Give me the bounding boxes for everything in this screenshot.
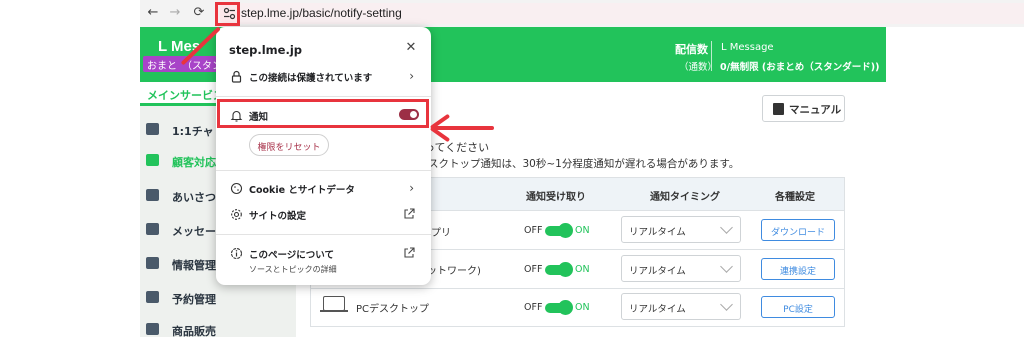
reset-permission-label: 権限をリセット — [257, 143, 321, 153]
reload-button[interactable]: ⟳ — [190, 4, 208, 22]
off-label: OFF — [524, 225, 543, 236]
book-icon — [773, 103, 784, 115]
receive-toggle[interactable] — [545, 262, 573, 277]
popup-divider — [216, 170, 431, 171]
sidebar-item-label: あいさつ — [172, 191, 216, 204]
cookie-icon — [230, 182, 243, 195]
pc-settings-button-label: PC設定 — [783, 305, 813, 315]
manual-button-label: マニュアル — [789, 104, 842, 116]
back-button[interactable]: ← — [144, 4, 162, 22]
plan-limit: 0/無制限 (おまとめ（スタンダード)) — [720, 62, 880, 73]
timing-select-value: リアルタイム — [629, 304, 686, 315]
sidebar-item-label: 1:1チャ — [172, 125, 214, 138]
annotation-arrow — [431, 126, 494, 130]
about-page-label: このページについて — [249, 250, 335, 261]
on-label: ON — [575, 225, 590, 236]
timing-select-value: リアルタイム — [629, 227, 686, 238]
url-text[interactable]: step.lme.jp/basic/notify-setting — [241, 6, 402, 20]
intro-text: ってください — [424, 141, 490, 154]
popup-divider — [216, 96, 431, 97]
chevron-down-icon — [720, 260, 733, 273]
sidebar-item-sales[interactable]: 商品販売 — [140, 316, 296, 337]
arrow-icon — [146, 154, 159, 166]
timing-select[interactable]: リアルタイム — [621, 255, 741, 282]
receive-toggle[interactable] — [545, 300, 573, 315]
highlight-site-info — [215, 2, 240, 26]
download-button-label: ダウンロード — [770, 228, 825, 238]
column-header-settings: 各種設定 — [775, 192, 815, 203]
edit-icon — [146, 223, 159, 235]
manual-button[interactable]: マニュアル — [762, 95, 845, 122]
column-header-timing: 通知タイミング — [650, 192, 720, 203]
connection-secure-label: この接続は保護されています — [249, 73, 373, 84]
link-settings-button[interactable]: 連携設定 — [761, 258, 835, 280]
external-link-icon — [404, 208, 415, 219]
delivery-count-label: 配信数 — [675, 43, 708, 56]
close-icon[interactable]: ✕ — [404, 41, 418, 55]
chevron-down-icon — [720, 298, 733, 311]
about-page-subtitle: ソースとトピックの詳細 — [249, 265, 337, 274]
reset-permission-button[interactable]: 権限をリセット — [249, 134, 329, 156]
site-settings-label: サイトの設定 — [249, 211, 307, 222]
popup-divider — [216, 234, 431, 235]
device-name: プリ — [431, 228, 451, 239]
timing-select[interactable]: リアルタイム — [621, 293, 741, 320]
off-label: OFF — [524, 264, 543, 275]
cookie-item[interactable]: Cookie とサイトデータ › — [216, 176, 431, 202]
off-label: OFF — [524, 302, 543, 313]
screenshot-root: { "browser": { "back_glyph": "←", "forwa… — [0, 0, 1024, 337]
column-header-receive: 通知受け取り — [526, 192, 586, 203]
tag-icon — [146, 257, 159, 269]
row-divider — [311, 288, 844, 289]
gear-icon — [231, 209, 242, 220]
timing-select[interactable]: リアルタイム — [621, 216, 741, 243]
cart-icon — [146, 323, 159, 335]
sidebar-item-label: 商品販売 — [172, 325, 216, 337]
external-link-icon — [404, 247, 415, 258]
sidebar-item-label: 情報管理 — [172, 259, 216, 272]
header-divider — [711, 41, 712, 71]
cookie-label: Cookie とサイトデータ — [249, 185, 355, 196]
on-label: ON — [575, 264, 590, 275]
sidebar-item-label: 顧客対応 — [172, 156, 216, 169]
sidebar-item-label: 予約管理 — [172, 293, 216, 306]
site-settings-item[interactable]: サイトの設定 — [216, 202, 431, 228]
on-label: ON — [575, 302, 590, 313]
calendar-icon — [146, 291, 159, 303]
sidebar-title-label: メインサービス — [147, 89, 224, 102]
device-name: PCデスクトップ — [356, 304, 430, 315]
download-button[interactable]: ダウンロード — [761, 219, 835, 241]
chevron-down-icon — [720, 221, 733, 234]
chevron-right-icon: › — [409, 181, 414, 195]
device-name: ットワーク) — [427, 266, 481, 277]
desktop-icon — [320, 296, 348, 312]
intro-note: スクトップ通知は、30秒~1分程度通知が遅れる場合があります。 — [428, 158, 740, 170]
chevron-right-icon: › — [409, 69, 414, 83]
popup-host: step.lme.jp — [229, 43, 303, 57]
plan-name: L Message — [721, 42, 774, 53]
receive-toggle[interactable] — [545, 223, 573, 238]
forward-button[interactable]: → — [166, 4, 184, 22]
pc-settings-button[interactable]: PC設定 — [761, 296, 835, 318]
connection-secure-item[interactable]: この接続は保護されています › — [216, 64, 431, 90]
sidebar-item-label: メッセー — [172, 225, 216, 238]
highlight-notification — [217, 99, 429, 128]
chat-icon — [146, 123, 159, 135]
timing-select-value: リアルタイム — [629, 266, 686, 277]
message-icon — [146, 189, 159, 201]
link-settings-button-label: 連携設定 — [779, 267, 816, 277]
sidebar-item-reservation[interactable]: 予約管理 — [140, 284, 296, 312]
lock-icon — [231, 70, 242, 83]
info-icon — [230, 247, 243, 260]
